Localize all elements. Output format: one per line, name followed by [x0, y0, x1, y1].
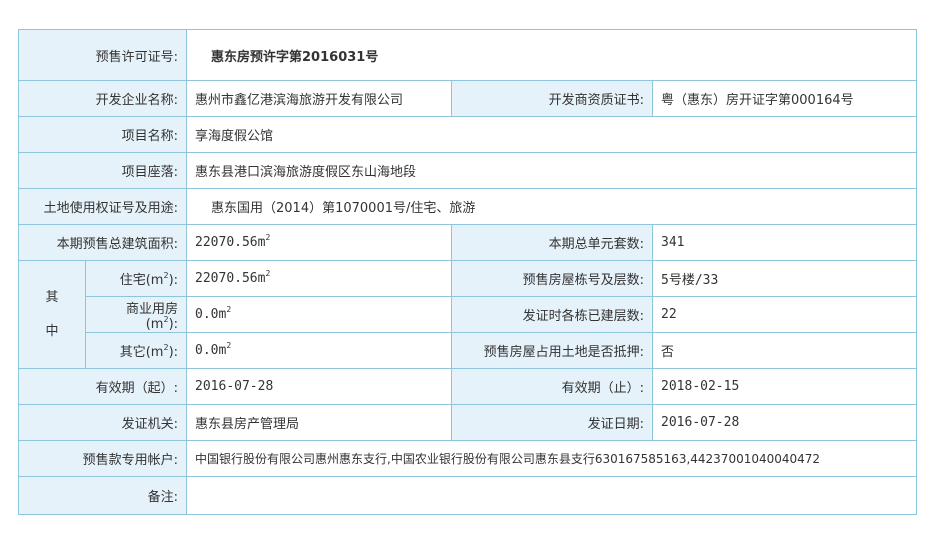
land-use-label: 土地使用权证号及用途: — [17, 188, 188, 225]
residential-label-close: ): — [168, 273, 179, 288]
sq-unit: 2 — [265, 269, 271, 278]
presale-permit-table: 预售许可证号: 惠东房预许字第2016031号 开发企业名称: 惠州市鑫亿港滨海… — [17, 29, 918, 515]
residential-label: 住宅(m2): — [84, 260, 188, 297]
mortgage-value: 否 — [652, 332, 918, 369]
table-row: 项目名称: 享海度假公馆 — [17, 116, 918, 153]
permit-number-label: 预售许可证号: — [17, 29, 188, 81]
other-value: 0.0m2 — [186, 332, 453, 369]
commercial-label-close: ): — [168, 316, 179, 332]
breakdown-label: 其中 — [18, 260, 86, 369]
note-label: 备注: — [17, 476, 188, 515]
qualification-value: 粤（惠东）房开证字第000164号 — [652, 80, 918, 117]
table-row: 其它(m2): 0.0m2 预售房屋占用土地是否抵押: 否 — [19, 332, 918, 369]
commercial-number: 0.0m — [195, 307, 227, 322]
commercial-value: 0.0m2 — [186, 296, 453, 333]
residential-number: 22070.56m — [195, 271, 266, 286]
valid-from-label: 有效期（起）: — [17, 368, 188, 405]
note-value — [186, 476, 918, 515]
total-units-value: 341 — [652, 224, 918, 261]
total-area-value: 22070.56m2 — [186, 224, 453, 261]
table-row: 商业用房(m2): 0.0m2 发证时各栋已建层数: 22 — [19, 296, 918, 333]
valid-from-value: 2016-07-28 — [186, 368, 453, 405]
total-area-label: 本期预售总建筑面积: — [17, 224, 188, 261]
project-name-value: 享海度假公馆 — [186, 116, 918, 153]
other-label-text: 其它(m — [119, 345, 164, 360]
valid-to-value: 2018-02-15 — [652, 368, 918, 405]
breakdown-char-2: 中 — [45, 323, 59, 339]
valid-to-label: 有效期（止）: — [451, 368, 654, 405]
built-floors-label: 发证时各栋已建层数: — [451, 296, 654, 333]
residential-label-text: 住宅(m — [119, 273, 164, 288]
presale-permit-panel: 预售许可证号: 惠东房预许字第2016031号 开发企业名称: 惠州市鑫亿港滨海… — [17, 29, 918, 515]
table-row: 项目座落: 惠东县港口滨海旅游度假区东山海地段 — [17, 152, 918, 189]
total-units-label: 本期总单元套数: — [451, 224, 654, 261]
sq-unit: 2 — [265, 233, 271, 242]
table-row: 有效期（起）: 2016-07-28 有效期（止）: 2018-02-15 — [17, 368, 918, 405]
sq-unit: 2 — [226, 305, 232, 314]
table-row: 开发企业名称: 惠州市鑫亿港滨海旅游开发有限公司 开发商资质证书: 粤（惠东）房… — [17, 80, 918, 117]
issue-date-label: 发证日期: — [451, 404, 654, 441]
project-name-label: 项目名称: — [17, 116, 188, 153]
breakdown-char-1: 其 — [45, 289, 59, 305]
other-label: 其它(m2): — [84, 332, 188, 369]
total-area-number: 22070.56m — [195, 235, 266, 250]
location-value: 惠东县港口滨海旅游度假区东山海地段 — [186, 152, 918, 189]
issuer-value: 惠东县房产管理局 — [186, 404, 453, 441]
table-row: 本期预售总建筑面积: 22070.56m2 本期总单元套数: 341 — [17, 224, 918, 261]
building-floors-label: 预售房屋栋号及层数: — [451, 260, 654, 297]
qualification-label: 开发商资质证书: — [451, 80, 654, 117]
other-number: 0.0m — [195, 343, 227, 358]
location-label: 项目座落: — [17, 152, 188, 189]
table-row: 备注: — [17, 476, 918, 515]
table-row: 其中 住宅(m2): 22070.56m2 预售房屋栋号及层数: 5号楼/33 — [18, 260, 918, 369]
escrow-account-value: 中国银行股份有限公司惠州惠东支行,中国农业银行股份有限公司惠东县支行630167… — [186, 440, 918, 477]
issuer-label: 发证机关: — [17, 404, 188, 441]
mortgage-label: 预售房屋占用土地是否抵押: — [451, 332, 654, 369]
table-row: 预售许可证号: 惠东房预许字第2016031号 — [17, 29, 918, 81]
building-floors-value: 5号楼/33 — [652, 260, 918, 297]
developer-value: 惠州市鑫亿港滨海旅游开发有限公司 — [186, 80, 453, 117]
permit-number-value: 惠东房预许字第2016031号 — [186, 29, 918, 81]
commercial-label: 商业用房(m2): — [84, 296, 188, 333]
escrow-account-label: 预售款专用帐户: — [17, 440, 188, 477]
developer-label: 开发企业名称: — [17, 80, 188, 117]
other-label-close: ): — [168, 345, 179, 360]
sq-unit: 2 — [226, 341, 232, 350]
land-use-value: 惠东国用（2014）第1070001号/住宅、旅游 — [186, 188, 918, 225]
table-row: 预售款专用帐户: 中国银行股份有限公司惠州惠东支行,中国农业银行股份有限公司惠东… — [17, 440, 918, 477]
table-row: 土地使用权证号及用途: 惠东国用（2014）第1070001号/住宅、旅游 — [17, 188, 918, 225]
built-floors-value: 22 — [652, 296, 918, 333]
residential-value: 22070.56m2 — [186, 260, 453, 297]
issue-date-value: 2016-07-28 — [652, 404, 918, 441]
table-row: 发证机关: 惠东县房产管理局 发证日期: 2016-07-28 — [17, 404, 918, 441]
